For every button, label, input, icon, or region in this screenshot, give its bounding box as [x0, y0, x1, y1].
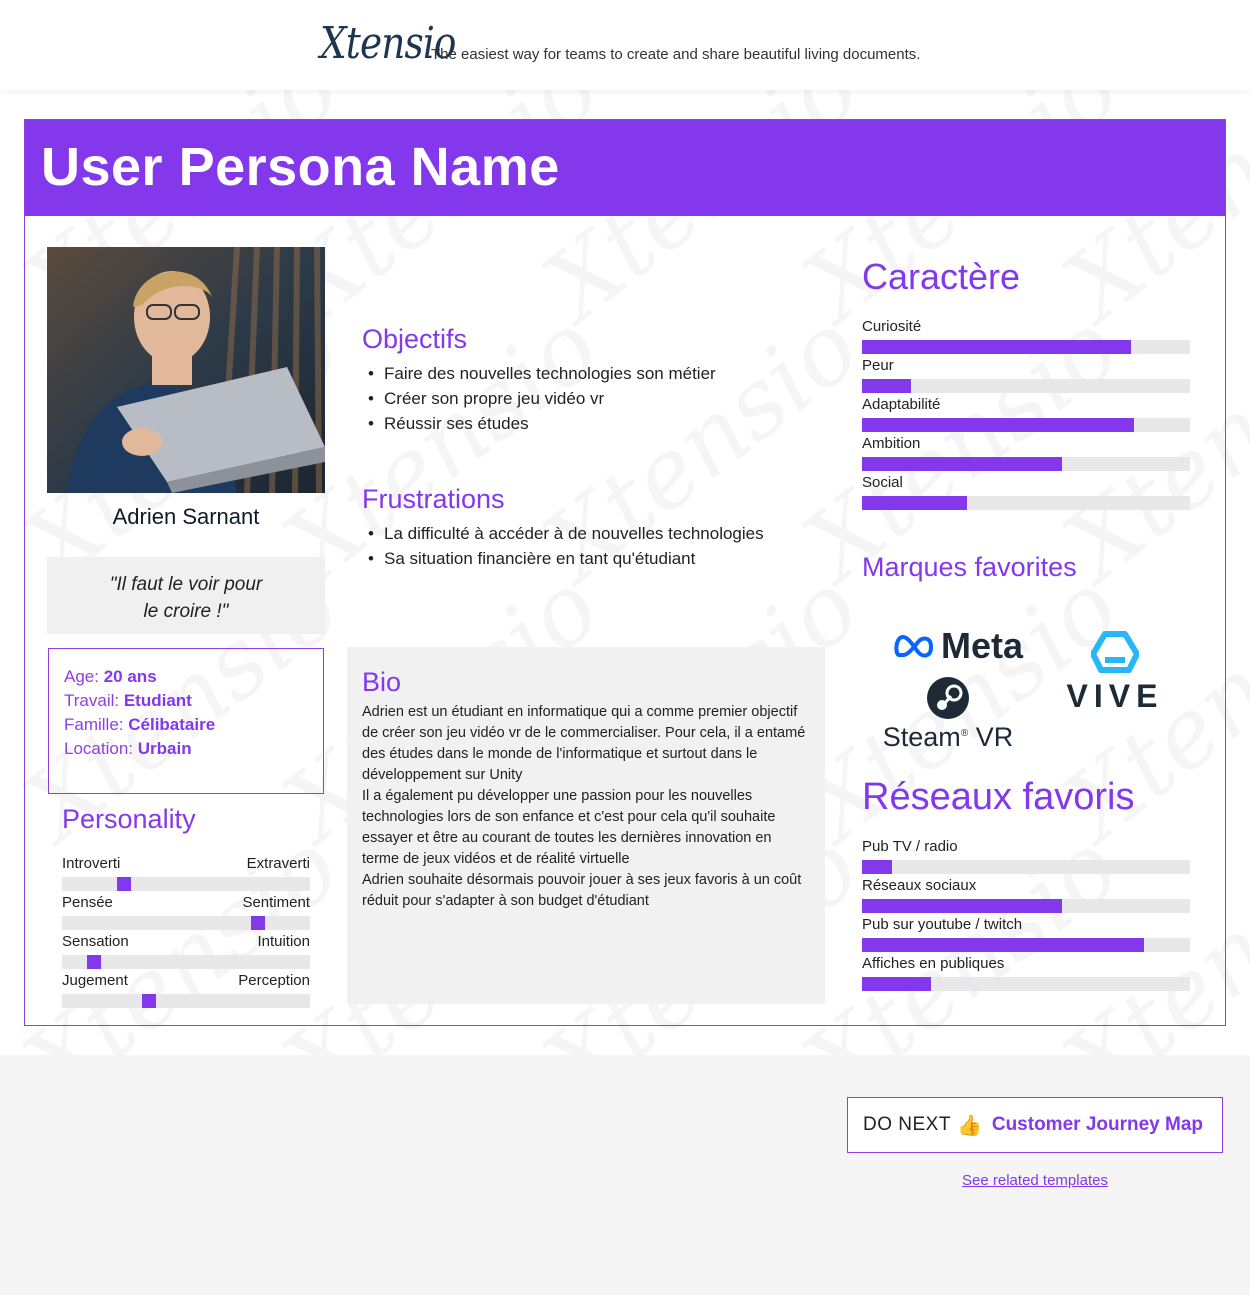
bar-fill	[862, 340, 1131, 354]
list-item: Créer son propre jeu vidéo vr	[362, 386, 716, 411]
personality-marker[interactable]	[117, 877, 131, 891]
do-next-button[interactable]: DO NEXT 👍 Customer Journey Map	[847, 1097, 1223, 1153]
meta-logo-icon	[894, 634, 934, 658]
brand-label: VIVE	[1066, 678, 1164, 714]
brand-meta[interactable]: Meta	[893, 625, 1023, 667]
personality-marker[interactable]	[251, 916, 265, 930]
personality-right-label: Extraverti	[246, 855, 310, 872]
do-next-label: DO NEXT	[863, 1114, 951, 1135]
objectifs-title[interactable]: Objectifs	[362, 324, 467, 355]
top-bar: Xtensio The easiest way for teams to cre…	[0, 0, 1250, 90]
info-label: Famille:	[64, 715, 124, 734]
personality-right-label: Perception	[238, 972, 310, 989]
info-value: Célibataire	[128, 715, 216, 734]
steam-logo-icon	[927, 677, 969, 719]
info-value: Etudiant	[123, 691, 192, 710]
list-item: Sa situation financière en tant qu'étudi…	[362, 546, 764, 571]
info-value: 20 ans	[103, 667, 157, 686]
persona-card: User Persona Name Adrien Sarnant "Il fau…	[24, 119, 1226, 1026]
list-item: Réussir ses études	[362, 411, 716, 436]
see-related-templates-link[interactable]: See related templates	[847, 1172, 1223, 1189]
persona-photo-illustration	[47, 247, 325, 493]
caractere-label: Ambition	[862, 435, 921, 452]
reseaux-label: Pub sur youtube / twitch	[862, 916, 1023, 933]
info-row-famille: Famille: Célibataire	[64, 713, 308, 737]
personality-right-label: Intuition	[257, 933, 310, 950]
personality-slider[interactable]	[62, 877, 310, 891]
bio-box[interactable]: Bio Adrien est un étudiant en informatiq…	[347, 647, 825, 1004]
caractere-label: Peur	[862, 357, 894, 374]
bio-title: Bio	[362, 667, 402, 697]
caractere-label: Social	[862, 474, 903, 491]
quote-line-2: le croire !"	[143, 601, 229, 622]
vive-logo-icon	[1091, 631, 1139, 673]
persona-info-box[interactable]: Age: 20 ans Travail: Etudiant Famille: C…	[48, 648, 324, 794]
personality-slider[interactable]	[62, 955, 310, 969]
caractere-label: Curiosité	[862, 318, 922, 335]
brand-vive[interactable]: VIVE	[1063, 630, 1167, 715]
persona-quote[interactable]: "Il faut le voir pour le croire !"	[47, 557, 325, 634]
personality-marker[interactable]	[87, 955, 101, 969]
reseaux-bar[interactable]	[862, 860, 1190, 874]
brand-label: Steam® VR	[877, 722, 1019, 753]
objectifs-list[interactable]: Faire des nouvelles technologies son mét…	[362, 361, 716, 436]
reseaux-label: Affiches en publiques	[862, 955, 1005, 972]
tagline: The easiest way for teams to create and …	[431, 46, 921, 63]
thumbs-up-icon: 👍	[956, 1114, 982, 1137]
bar-fill	[862, 938, 1145, 952]
bio-paragraph: Adrien souhaite désormais pouvoir jouer …	[362, 872, 802, 909]
frustrations-list[interactable]: La difficulté à accéder à de nouvelles t…	[362, 521, 764, 571]
bar-fill	[862, 860, 892, 874]
caractere-bar[interactable]	[862, 457, 1190, 471]
bar-fill	[862, 457, 1063, 471]
info-label: Age:	[64, 667, 99, 686]
bio-paragraph: Adrien est un étudiant en informatique q…	[362, 704, 806, 783]
bio-paragraph: Il a également pu développer une passion…	[362, 788, 776, 867]
personality-slider[interactable]	[62, 916, 310, 930]
marques-title[interactable]: Marques favorites	[862, 552, 1077, 583]
personality-title[interactable]: Personality	[62, 804, 196, 835]
info-value: Urbain	[137, 739, 192, 758]
personality-slider[interactable]	[62, 994, 310, 1008]
reseaux-label: Réseaux sociaux	[862, 877, 977, 894]
info-row-age: Age: 20 ans	[64, 665, 308, 689]
steam-word: Steam	[882, 722, 961, 752]
caractere-label: Adaptabilité	[862, 396, 941, 413]
brand-steamvr[interactable]: Steam® VR	[877, 676, 1019, 753]
persona-header: User Persona Name	[25, 120, 1225, 216]
bar-fill	[862, 977, 931, 991]
caractere-bar[interactable]	[862, 496, 1190, 510]
list-item: La difficulté à accéder à de nouvelles t…	[362, 521, 764, 546]
info-label: Location:	[64, 739, 133, 758]
bar-fill	[862, 379, 912, 393]
reseaux-bar[interactable]	[862, 899, 1190, 913]
info-row-travail: Travail: Etudiant	[64, 689, 308, 713]
info-row-location: Location: Urbain	[64, 737, 308, 761]
caractere-title[interactable]: Caractère	[862, 256, 1020, 298]
frustrations-title[interactable]: Frustrations	[362, 484, 505, 515]
persona-title[interactable]: User Persona Name	[41, 136, 560, 198]
quote-line-1: "Il faut le voir pour	[109, 574, 263, 595]
reseaux-bar[interactable]	[862, 977, 1190, 991]
brand-label: Meta	[941, 625, 1024, 666]
persona-name[interactable]: Adrien Sarnant	[47, 504, 325, 530]
info-label: Travail:	[64, 691, 120, 710]
caractere-bar[interactable]	[862, 379, 1190, 393]
personality-right-label: Sentiment	[242, 894, 310, 911]
bar-fill	[862, 899, 1063, 913]
reseaux-label: Pub TV / radio	[862, 838, 958, 855]
caractere-bar[interactable]	[862, 418, 1190, 432]
personality-marker[interactable]	[142, 994, 156, 1008]
caractere-bar[interactable]	[862, 340, 1190, 354]
bar-fill	[862, 418, 1135, 432]
registered-mark: ®	[960, 728, 969, 739]
reseaux-title[interactable]: Réseaux favoris	[862, 776, 1134, 819]
bar-fill	[862, 496, 967, 510]
customer-journey-map-link[interactable]: Customer Journey Map	[992, 1114, 1203, 1136]
vr-word: VR	[975, 722, 1014, 752]
reseaux-bar[interactable]	[862, 938, 1190, 952]
list-item: Faire des nouvelles technologies son mét…	[362, 361, 716, 386]
persona-photo[interactable]	[47, 247, 325, 493]
